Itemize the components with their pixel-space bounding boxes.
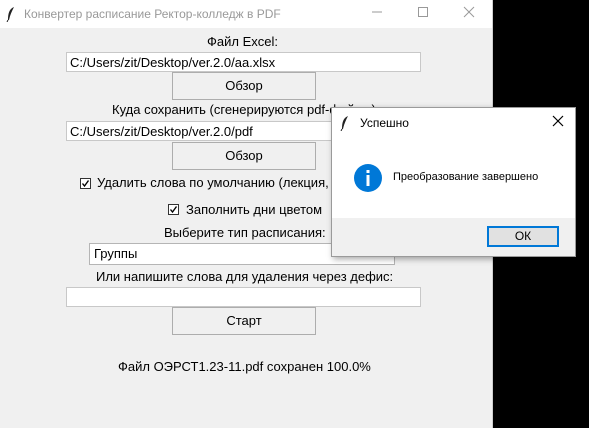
start-button[interactable]: Старт: [172, 307, 316, 335]
window-title: Конвертер расписание Ректор-колледж в PD…: [24, 7, 281, 21]
title-bar[interactable]: Конвертер расписание Ректор-колледж в PD…: [0, 0, 492, 28]
minimize-button[interactable]: [354, 0, 400, 28]
remove-default-checkbox[interactable]: [80, 178, 91, 189]
dialog-footer: ОК: [332, 218, 575, 256]
close-icon: [552, 114, 564, 132]
dialog-message: Преобразование завершено: [393, 171, 539, 183]
words-label: Или напишите слова для удаления через де…: [96, 269, 394, 284]
check-icon: [169, 206, 178, 214]
excel-path-input[interactable]: C:/Users/zit/Desktop/ver.2.0/aa.xlsx: [66, 52, 421, 72]
feather-app-icon: [340, 115, 350, 136]
schedule-type-label: Выберите тип расписания:: [164, 225, 326, 240]
excel-file-label: Файл Excel:: [207, 34, 278, 49]
fill-color-checkbox[interactable]: [168, 204, 179, 215]
feather-app-icon: [6, 6, 16, 27]
words-input[interactable]: [66, 287, 421, 307]
info-icon: [353, 163, 383, 198]
browse-excel-button[interactable]: Обзор: [172, 72, 316, 100]
success-dialog: Успешно Преобразование завершено ОК: [331, 107, 576, 257]
dialog-title: Успешно: [360, 116, 409, 130]
ok-button[interactable]: ОК: [487, 226, 559, 247]
minimize-icon: [371, 5, 383, 23]
maximize-icon: [417, 5, 429, 23]
close-button[interactable]: [446, 0, 492, 28]
dialog-close-button[interactable]: [541, 108, 575, 138]
check-icon: [81, 180, 90, 188]
close-icon: [463, 5, 475, 23]
maximize-button[interactable]: [400, 0, 446, 28]
browse-folder-button[interactable]: Обзор: [172, 142, 316, 170]
fill-color-label: Заполнить дни цветом: [186, 202, 323, 217]
status-text: Файл ОЭРСТ1.23-11.pdf сохранен 100.0%: [118, 359, 371, 374]
